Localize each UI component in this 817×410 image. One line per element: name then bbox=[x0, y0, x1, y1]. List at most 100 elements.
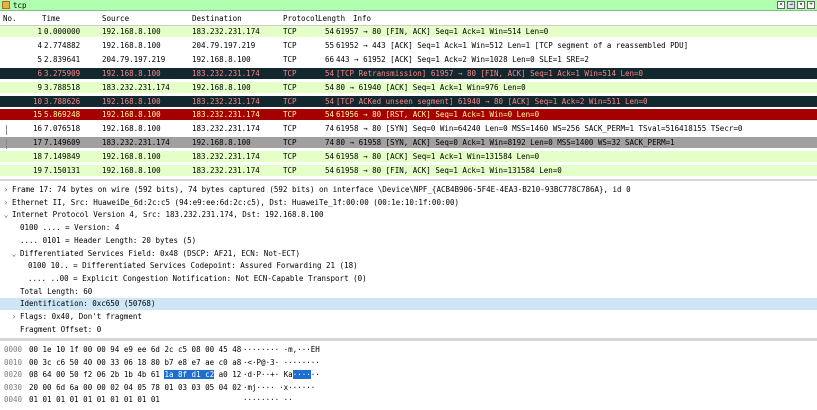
packet-no: 1 bbox=[37, 27, 42, 36]
detail-tree-item[interactable]: › Frame 17: 74 bytes on wire (592 bits), … bbox=[0, 184, 817, 196]
packet-protocol: TCP bbox=[283, 152, 297, 162]
hex-ascii[interactable]: ·<·P@·3· ········ bbox=[243, 357, 320, 369]
packet-time: 2.774882 bbox=[44, 40, 81, 50]
hex-ascii[interactable]: ········ ·m,···EH bbox=[243, 344, 320, 356]
packet-row[interactable]: 15 5.869248 192.168.8.100 183.232.231.174 TC… bbox=[0, 109, 817, 121]
clear-filter-button[interactable]: × bbox=[777, 1, 785, 9]
column-header-info[interactable]: Info bbox=[353, 13, 371, 25]
packet-row[interactable]: 18 7.149849 192.168.8.100 183.232.231.174 TC… bbox=[0, 151, 817, 163]
detail-text: Ethernet II, Src: HuaweiDe_6d:2c:c5 (94:… bbox=[12, 197, 460, 207]
packet-destination: 183.232.231.174 bbox=[192, 124, 260, 134]
detail-text: .... ..00 = Explicit Congestion Notifica… bbox=[28, 273, 367, 283]
packet-row[interactable]: 19 7.150131 192.168.8.100 183.232.231.174 TC… bbox=[0, 165, 817, 176]
filter-dropdown-button[interactable]: ▾ bbox=[797, 1, 805, 9]
packet-row[interactable]: 5 2.839641 204.79.197.219 192.168.8.100 TCP 6… bbox=[0, 53, 817, 65]
packet-row[interactable]: 16 7.076518 192.168.8.100 183.232.231.174 TC… bbox=[0, 123, 817, 136]
column-header-time[interactable]: Time bbox=[42, 13, 60, 25]
packet-no: 6 bbox=[37, 68, 42, 78]
hex-ascii-text: ·· bbox=[310, 370, 320, 380]
hex-bytes[interactable]: 00 3c c6 50 40 00 33 06 18 80 b7 e8 e7 a… bbox=[29, 357, 241, 369]
expand-arrow-icon[interactable]: › bbox=[2, 197, 10, 209]
packet-row[interactable]: 10 3.788626 192.168.8.100 183.232.231.174 TC… bbox=[0, 95, 817, 107]
column-header-no[interactable]: No. bbox=[3, 13, 17, 25]
display-filter-input[interactable]: tcp bbox=[13, 1, 27, 10]
packet-no: 19 bbox=[32, 166, 42, 175]
packet-protocol: TCP bbox=[283, 138, 297, 148]
packet-time: 7.149609 bbox=[44, 138, 81, 148]
packet-row[interactable]: 6 3.275909 192.168.8.100 183.232.231.174 TCP… bbox=[0, 67, 817, 79]
detail-tree-item[interactable]: › Ethernet II, Src: HuaweiDe_6d:2c:c5 (94… bbox=[0, 197, 817, 209]
related-packet-marker bbox=[6, 139, 12, 150]
detail-tree-item[interactable]: 0100 .... = Version: 4 bbox=[0, 222, 817, 234]
hex-offset: 0000 bbox=[4, 345, 23, 354]
packet-bytes-pane[interactable]: 0000 00 1e 10 1f 00 00 94 e9 ee 6d 2c c5 … bbox=[0, 341, 817, 410]
packet-source: 183.232.231.174 bbox=[102, 138, 170, 148]
packet-time: 0.000000 bbox=[44, 27, 81, 36]
hex-ascii-text: ········ ·· bbox=[243, 395, 293, 405]
packet-length: 54 bbox=[324, 110, 334, 120]
column-header-protocol[interactable]: Protocol bbox=[283, 13, 319, 25]
packet-protocol: TCP bbox=[283, 68, 297, 78]
packet-no: 17 bbox=[32, 138, 42, 148]
detail-tree-item[interactable]: 0100 10.. = Differentiated Services Code… bbox=[0, 260, 817, 272]
packet-row[interactable]: 1 0.000000 192.168.8.100 183.232.231.174 TCP… bbox=[0, 26, 817, 37]
hex-bytes[interactable]: 01 01 01 01 01 01 01 01 01 01 bbox=[29, 394, 160, 406]
hex-offset: 0020 bbox=[4, 370, 23, 380]
hex-bytes[interactable]: 00 1e 10 1f 00 00 94 e9 ee 6d 2c c5 08 0… bbox=[29, 344, 241, 356]
packet-destination: 183.232.231.174 bbox=[192, 110, 260, 120]
collapse-arrow-icon[interactable]: ⌄ bbox=[2, 209, 10, 221]
hex-bytes[interactable]: 20 00 6d 6a 00 00 02 04 05 78 01 03 03 0… bbox=[29, 382, 241, 394]
expand-arrow-icon[interactable]: › bbox=[2, 184, 10, 196]
column-header-length[interactable]: Length bbox=[318, 13, 345, 25]
hex-ascii[interactable]: ········ ·· bbox=[243, 394, 293, 406]
packet-details-pane[interactable]: › Frame 17: 74 bytes on wire (592 bits), … bbox=[0, 181, 817, 337]
hex-bytes-text: 20 00 6d 6a 00 00 02 04 05 78 01 03 03 0… bbox=[29, 382, 242, 392]
detail-tree-item[interactable]: ⌄ Differentiated Services Field: 0x48 (DS… bbox=[0, 248, 817, 260]
detail-tree-item[interactable]: Identification: 0xc650 (50768) bbox=[0, 298, 817, 311]
detail-tree-item[interactable]: .... ..00 = Explicit Congestion Notifica… bbox=[0, 273, 817, 285]
detail-tree-item[interactable]: Total Length: 60 bbox=[0, 286, 817, 298]
add-filter-button[interactable]: + bbox=[807, 1, 815, 9]
column-header-destination[interactable]: Destination bbox=[192, 13, 242, 25]
detail-text: 0100 10.. = Differentiated Services Code… bbox=[28, 261, 358, 271]
detail-tree-item[interactable]: Fragment Offset: 0 bbox=[0, 324, 817, 336]
packet-info: 443 → 61952 [ACK] Seq=1 Ack=2 Win=1028 L… bbox=[336, 54, 589, 64]
detail-text: .... 0101 = Header Length: 20 bytes (5) bbox=[20, 235, 197, 245]
packet-destination: 192.168.8.100 bbox=[192, 138, 251, 148]
packet-destination: 183.232.231.174 bbox=[192, 27, 260, 36]
packet-row[interactable]: 9 3.788518 183.232.231.174 192.168.8.100 TCP… bbox=[0, 81, 817, 93]
packet-protocol: TCP bbox=[283, 54, 297, 64]
packet-no: 18 bbox=[32, 152, 42, 162]
packet-info: [TCP ACKed unseen segment] 61940 → 80 [A… bbox=[336, 96, 648, 106]
hex-ascii-highlight: ···· bbox=[292, 370, 311, 380]
collapse-arrow-icon[interactable]: ⌄ bbox=[10, 248, 18, 260]
hex-offset: 0030 bbox=[4, 382, 23, 392]
apply-filter-button[interactable]: → bbox=[787, 1, 795, 9]
packet-list[interactable]: No. Time Source Destination Protocol Len… bbox=[0, 11, 817, 179]
packet-length: 55 bbox=[324, 40, 334, 50]
detail-tree-item[interactable]: ⌄ Internet Protocol Version 4, Src: 183.2… bbox=[0, 209, 817, 221]
hex-bytes-text: 08 64 00 50 f2 06 2b 1b 4b 61 bbox=[29, 370, 165, 380]
display-filter-bar[interactable]: tcp × → ▾ + bbox=[0, 0, 817, 11]
detail-text: Differentiated Services Field: 0x48 (DSC… bbox=[20, 248, 300, 258]
hex-ascii[interactable]: ·d·P··+· Ka······ bbox=[243, 369, 320, 381]
hex-ascii[interactable]: ·mj···· ·x······ bbox=[243, 382, 315, 394]
packet-length: 54 bbox=[324, 152, 334, 162]
packet-no: 4 bbox=[37, 40, 42, 50]
packet-row[interactable]: 17 7.149609 183.232.231.174 192.168.8.100 TC… bbox=[0, 137, 817, 150]
expand-arrow-icon[interactable]: › bbox=[10, 311, 18, 323]
packet-destination: 204.79.197.219 bbox=[192, 40, 256, 50]
packet-time: 3.788626 bbox=[44, 96, 81, 106]
hex-offset: 0040 bbox=[4, 395, 23, 405]
packet-source: 192.168.8.100 bbox=[102, 152, 161, 162]
column-header-source[interactable]: Source bbox=[102, 13, 129, 25]
detail-tree-item[interactable]: › Flags: 0x40, Don't fragment bbox=[0, 311, 817, 323]
bookmark-icon[interactable] bbox=[2, 1, 10, 9]
packet-info: [TCP Retransmission] 61957 → 80 [FIN, AC… bbox=[336, 68, 644, 78]
packet-row[interactable]: 4 2.774882 192.168.8.100 204.79.197.219 TCP 5… bbox=[0, 39, 817, 51]
detail-tree-item[interactable]: .... 0101 = Header Length: 20 bytes (5) bbox=[0, 235, 817, 247]
packet-no: 5 bbox=[37, 54, 42, 64]
packet-info: 80 → 61940 [ACK] Seq=1 Ack=1 Win=976 Len… bbox=[336, 82, 526, 92]
hex-bytes[interactable]: 08 64 00 50 f2 06 2b 1b 4b 61 1a 8f d1 c… bbox=[29, 369, 241, 381]
hex-bytes-text: 00 3c c6 50 40 00 33 06 18 80 b7 e8 e7 a… bbox=[29, 357, 242, 367]
